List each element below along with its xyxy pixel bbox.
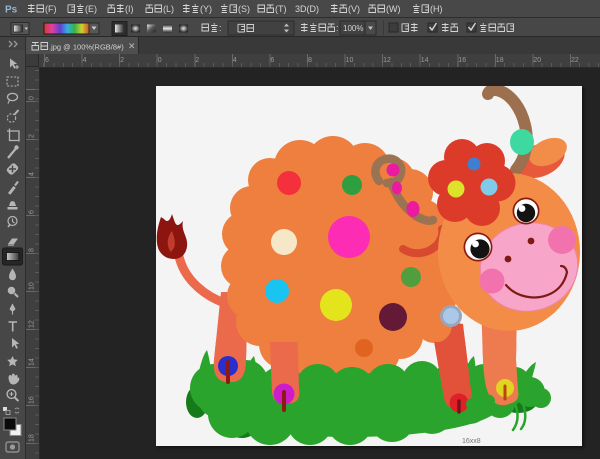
svg-text:Ps: Ps bbox=[5, 5, 18, 16]
svg-text:2: 2 bbox=[120, 57, 124, 64]
svg-text:6: 6 bbox=[29, 210, 36, 214]
svg-text:100%: 100% bbox=[343, 24, 363, 33]
svg-text:4: 4 bbox=[233, 57, 237, 64]
svg-text:4: 4 bbox=[83, 57, 87, 64]
svg-text:8: 8 bbox=[29, 248, 36, 252]
svg-text:14: 14 bbox=[421, 57, 429, 64]
svg-text:3D(D): 3D(D) bbox=[295, 4, 319, 14]
svg-text:18: 18 bbox=[496, 57, 504, 64]
svg-text:12: 12 bbox=[29, 320, 36, 328]
svg-text:(I): (I) bbox=[125, 4, 134, 14]
svg-text:4: 4 bbox=[29, 172, 36, 176]
svg-text:22: 22 bbox=[571, 57, 579, 64]
svg-text:14: 14 bbox=[29, 358, 36, 366]
svg-text:2: 2 bbox=[29, 134, 36, 138]
svg-text:.jpg @ 100%(RGB/8#): .jpg @ 100%(RGB/8#) bbox=[49, 43, 124, 52]
svg-text:0: 0 bbox=[29, 96, 36, 100]
svg-text:0: 0 bbox=[158, 57, 162, 64]
svg-text:(V): (V) bbox=[348, 4, 360, 14]
svg-text:12: 12 bbox=[383, 57, 391, 64]
svg-text:16: 16 bbox=[458, 57, 466, 64]
svg-text:(E): (E) bbox=[85, 4, 97, 14]
svg-text:20: 20 bbox=[533, 57, 541, 64]
svg-text:(Y): (Y) bbox=[200, 4, 212, 14]
svg-text:10: 10 bbox=[346, 57, 354, 64]
svg-text::: : bbox=[336, 23, 339, 33]
svg-text:(T): (T) bbox=[275, 4, 287, 14]
svg-text:10: 10 bbox=[29, 282, 36, 290]
svg-text:2: 2 bbox=[195, 57, 199, 64]
svg-text:(L): (L) bbox=[163, 4, 174, 14]
svg-text:8: 8 bbox=[308, 57, 312, 64]
svg-text:(W): (W) bbox=[386, 4, 401, 14]
svg-text:6: 6 bbox=[45, 57, 49, 64]
svg-text:(H): (H) bbox=[430, 4, 443, 14]
svg-text:(F): (F) bbox=[45, 4, 57, 14]
svg-text:6: 6 bbox=[270, 57, 274, 64]
svg-text:18: 18 bbox=[29, 434, 36, 442]
svg-text:16: 16 bbox=[29, 396, 36, 404]
svg-text::: : bbox=[219, 23, 222, 33]
svg-text:(S): (S) bbox=[238, 4, 250, 14]
